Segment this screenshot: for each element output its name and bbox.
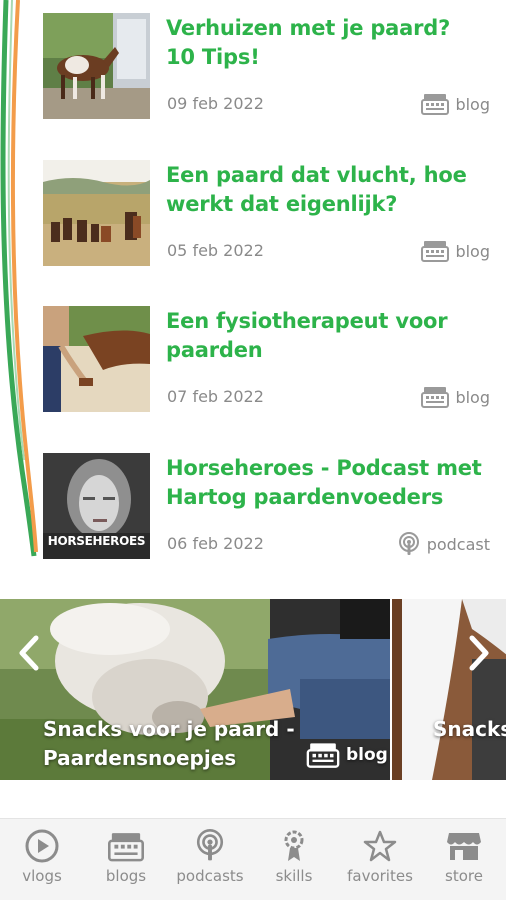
slide-type-label: blog	[346, 745, 388, 765]
featured-carousel[interactable]: Snacks voor je paard - Paardensnoepjes b…	[0, 599, 506, 780]
thumbnail-horse-herd	[43, 160, 150, 266]
newspaper-icon	[108, 833, 144, 862]
item-type-badge: blog	[421, 385, 490, 409]
slide-type-badge: blog	[306, 741, 388, 769]
nav-item-store[interactable]: store	[422, 819, 506, 900]
item-type-badge: blog	[421, 92, 490, 116]
nav-item-vlogs[interactable]: vlogs	[0, 819, 84, 900]
item-date: 07 feb 2022	[167, 387, 264, 406]
nav-label: skills	[275, 867, 313, 885]
thumbnail-horse-trailer	[43, 13, 150, 119]
newspaper-icon	[306, 743, 340, 768]
item-type-label: blog	[455, 387, 490, 407]
item-type-badge: blog	[421, 239, 490, 263]
podcast-icon	[398, 532, 419, 555]
newspaper-icon	[421, 94, 450, 115]
newspaper-icon	[421, 387, 450, 408]
play-circle-icon	[25, 829, 59, 863]
item-type-label: blog	[455, 94, 490, 114]
nav-item-blogs[interactable]: blogs	[84, 819, 168, 900]
item-title[interactable]: Verhuizen met je paard? 10 Tips!	[166, 14, 486, 72]
list-item[interactable]: Een fysiotherapeut voor paarden 07 feb 2…	[0, 293, 506, 440]
chevron-left-icon[interactable]	[16, 635, 42, 671]
item-date: 05 feb 2022	[167, 241, 264, 260]
nav-item-favorites[interactable]: favorites	[338, 819, 422, 900]
list-item[interactable]: Verhuizen met je paard? 10 Tips! 09 feb …	[0, 0, 506, 147]
thumbnail-podcast-cover: HORSEHEROES	[43, 453, 150, 559]
item-title[interactable]: Horseheroes - Podcast met Hartog paarden…	[166, 454, 486, 512]
item-date: 06 feb 2022	[167, 534, 264, 553]
store-icon	[447, 833, 481, 860]
chevron-right-icon[interactable]	[466, 635, 492, 671]
skills-icon	[284, 830, 304, 861]
nav-label: blogs	[105, 867, 147, 885]
item-type-label: blog	[455, 241, 490, 261]
carousel-slide[interactable]: Snacks Mensel	[392, 599, 506, 780]
slide-title[interactable]: Snacks Mensel	[433, 715, 506, 744]
nav-label: favorites	[347, 867, 413, 885]
slide-image-stable-curtain	[392, 599, 506, 780]
item-date: 09 feb 2022	[167, 94, 264, 113]
item-type-badge: podcast	[397, 532, 490, 556]
item-title[interactable]: Een fysiotherapeut voor paarden	[166, 307, 486, 365]
star-icon	[363, 830, 397, 862]
bottom-navigation: vlogs blogs podcasts skills favorites st…	[0, 818, 506, 900]
list-item[interactable]: HORSEHEROES Horseheroes - Podcast met Ha…	[0, 440, 506, 587]
item-title[interactable]: Een paard dat vlucht, hoe werkt dat eige…	[166, 161, 486, 219]
nav-label: vlogs	[22, 867, 62, 885]
thumbnail-physio-horse	[43, 306, 150, 412]
slide-title[interactable]: Snacks voor je paard - Paardensnoepjes	[43, 715, 303, 773]
nav-label: store	[445, 867, 483, 885]
podcast-cover-text: HORSEHEROES	[47, 534, 146, 548]
newspaper-icon	[421, 241, 450, 262]
nav-item-podcasts[interactable]: podcasts	[168, 819, 252, 900]
list-item[interactable]: Een paard dat vlucht, hoe werkt dat eige…	[0, 147, 506, 294]
podcast-icon	[196, 829, 224, 861]
carousel-slide[interactable]: Snacks voor je paard - Paardensnoepjes b…	[0, 599, 390, 780]
nav-label: podcasts	[176, 867, 244, 885]
item-type-label: podcast	[426, 534, 490, 554]
nav-item-skills[interactable]: skills	[252, 819, 336, 900]
